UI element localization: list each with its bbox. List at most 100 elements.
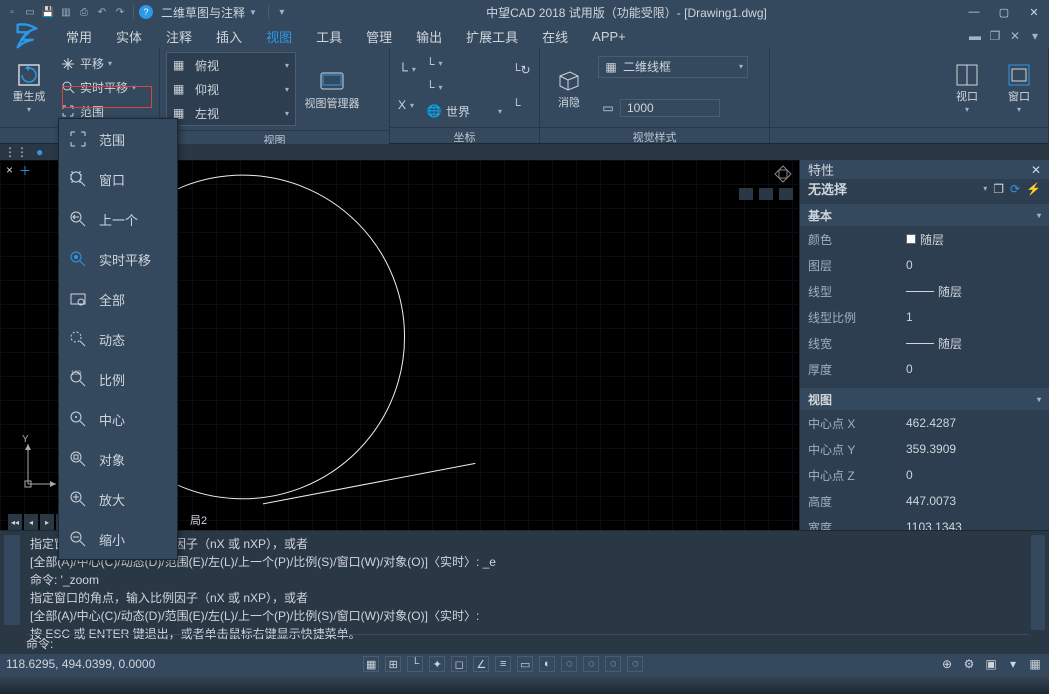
qat-new-icon[interactable]: ▫ xyxy=(4,4,20,20)
zoom-dd-item-rtpan[interactable]: 实时平移 xyxy=(59,239,177,279)
layout-tab[interactable]: 局2 xyxy=(180,511,217,529)
props-group-view[interactable]: 视图▾ xyxy=(800,388,1049,410)
chevron-down-icon[interactable]: ▾ xyxy=(1027,28,1043,44)
tab-insert[interactable]: 插入 xyxy=(204,24,254,48)
prop-row[interactable]: 中心点 Y359.3909 xyxy=(800,436,1049,462)
qat-customize-icon[interactable]: ▾ xyxy=(274,4,290,20)
tab-annotate[interactable]: 注释 xyxy=(154,24,204,48)
minimize-button[interactable]: — xyxy=(963,4,985,20)
lwt-toggle[interactable]: ≡ xyxy=(495,656,511,672)
ucs-icon-5[interactable]: └ xyxy=(510,94,533,116)
zoom-dd-item-dyn[interactable]: 动态 xyxy=(59,319,177,359)
props-selection[interactable]: 无选择 xyxy=(808,179,977,198)
tab-ext[interactable]: 扩展工具 xyxy=(454,24,530,48)
cycle-toggle[interactable]: ◐ xyxy=(539,656,555,672)
view-manager-button[interactable]: 视图管理器 xyxy=(302,52,362,126)
prop-row[interactable]: 厚度0 xyxy=(800,356,1049,382)
tab-app[interactable]: APP+ xyxy=(580,24,638,48)
t4-toggle[interactable]: ◌ xyxy=(627,656,643,672)
doc-minimize-icon[interactable]: ▬ xyxy=(967,28,983,44)
prop-row[interactable]: 高度447.0073 xyxy=(800,488,1049,514)
doc-restore-icon[interactable]: ❐ xyxy=(987,28,1003,44)
pan-button[interactable]: 平移 ▾ xyxy=(58,53,138,75)
t2-toggle[interactable]: ◌ xyxy=(583,656,599,672)
qat-saveas-icon[interactable]: ▥ xyxy=(58,4,74,20)
zoom-dd-item-window[interactable]: 窗口 xyxy=(59,159,177,199)
dyn-toggle[interactable]: ▭ xyxy=(517,656,533,672)
ucs-x-button[interactable]: X▾ xyxy=(396,94,418,116)
prop-row[interactable]: 图层0 xyxy=(800,252,1049,278)
app-logo[interactable] xyxy=(0,24,54,48)
zoom-dd-item-extent[interactable]: 范围 xyxy=(59,119,177,159)
zoom-dd-item-center[interactable]: 中心 xyxy=(59,399,177,439)
realtime-pan-button[interactable]: 实时平移 ▾ xyxy=(58,76,138,98)
props-quick-icon-3[interactable]: ⚡ xyxy=(1026,182,1041,196)
workspace-dropdown[interactable]: 二维草图与注释 ▼ xyxy=(161,4,257,21)
polar-toggle[interactable]: ✦ xyxy=(429,656,445,672)
props-quick-icon-1[interactable]: ❐ xyxy=(993,182,1004,196)
ucs-icon-4[interactable]: └↻ xyxy=(510,59,533,81)
viewport-button[interactable]: 视口 ▾ xyxy=(944,52,990,123)
zoom-dd-item-all[interactable]: 全部 xyxy=(59,279,177,319)
prop-row[interactable]: 线型比例1 xyxy=(800,304,1049,330)
prop-row[interactable]: 颜色随层 xyxy=(800,226,1049,252)
osnap-toggle[interactable]: ◻ xyxy=(451,656,467,672)
t3-toggle[interactable]: ◌ xyxy=(605,656,621,672)
tab-online[interactable]: 在线 xyxy=(530,24,580,48)
status-right-4[interactable]: ▾ xyxy=(1005,656,1021,672)
view-preset-list[interactable]: ▦俯视▾ ▦仰视▾ ▦左视▾ xyxy=(166,52,296,126)
qat-open-icon[interactable]: ▭ xyxy=(22,4,38,20)
status-right-1[interactable]: ⊕ xyxy=(939,656,955,672)
props-close-icon[interactable]: ✕ xyxy=(1031,163,1041,177)
prop-key: 线型比例 xyxy=(800,309,900,326)
ucs-icon-3[interactable]: └▾ xyxy=(424,76,504,98)
hide-button[interactable]: 消隐 xyxy=(546,52,592,123)
tab-manage[interactable]: 管理 xyxy=(354,24,404,48)
status-right-3[interactable]: ▣ xyxy=(983,656,999,672)
tab-common[interactable]: 常用 xyxy=(54,24,104,48)
otrack-toggle[interactable]: ∠ xyxy=(473,656,489,672)
props-quick-icon-2[interactable]: ⟳ xyxy=(1010,182,1020,196)
tab-tools[interactable]: 工具 xyxy=(304,24,354,48)
help-icon[interactable]: ? xyxy=(139,5,153,19)
t1-toggle[interactable]: ◌ xyxy=(561,656,577,672)
chevron-down-icon[interactable]: ▾ xyxy=(983,184,987,193)
zoom-dd-item-in[interactable]: 放大 xyxy=(59,479,177,519)
ucs-icon-2[interactable]: └▾ xyxy=(424,53,504,75)
doc-close-icon[interactable]: ✕ xyxy=(1007,28,1023,44)
qat-print-icon[interactable]: ⎙ xyxy=(76,4,92,20)
prop-row[interactable]: 线型随层 xyxy=(800,278,1049,304)
zoom-dd-item-prev[interactable]: 上一个 xyxy=(59,199,177,239)
ucs-icon-1[interactable]: └▾ xyxy=(396,59,418,81)
qat-save-icon[interactable]: 💾 xyxy=(40,4,56,20)
qat-undo-icon[interactable]: ↶ xyxy=(94,4,110,20)
maximize-button[interactable]: ▢ xyxy=(993,4,1015,20)
doc-bar-handle[interactable]: ⋮⋮ xyxy=(0,145,32,159)
ortho-toggle[interactable]: └ xyxy=(407,656,423,672)
zoom-dd-item-object[interactable]: 对象 xyxy=(59,439,177,479)
cmdline-scrollbar[interactable] xyxy=(1031,535,1045,630)
close-button[interactable]: ✕ xyxy=(1023,4,1045,20)
command-input[interactable] xyxy=(57,637,1029,651)
prop-row[interactable]: 中心点 X462.4287 xyxy=(800,410,1049,436)
ucs-world-dropdown[interactable]: 🌐 世界 ▾ xyxy=(424,100,504,122)
line-sample xyxy=(906,343,934,344)
tab-solid[interactable]: 实体 xyxy=(104,24,154,48)
grid-toggle[interactable]: ⊞ xyxy=(385,656,401,672)
qat-redo-icon[interactable]: ↷ xyxy=(112,4,128,20)
props-group-basic[interactable]: 基本▾ xyxy=(800,204,1049,226)
tab-output[interactable]: 输出 xyxy=(404,24,454,48)
cmdline-handle[interactable] xyxy=(4,535,20,625)
window-button[interactable]: 窗口 ▾ xyxy=(996,52,1042,123)
snap-toggle[interactable]: ▦ xyxy=(363,656,379,672)
prop-row[interactable]: 线宽随层 xyxy=(800,330,1049,356)
regen-button[interactable]: 重生成 ▾ xyxy=(6,52,52,123)
thickness-input[interactable]: ▭ 1000 xyxy=(598,97,748,119)
prop-row[interactable]: 中心点 Z0 xyxy=(800,462,1049,488)
zoom-dd-item-out[interactable]: 缩小 xyxy=(59,519,177,559)
tab-view[interactable]: 视图 xyxy=(254,24,304,48)
status-right-2[interactable]: ⚙ xyxy=(961,656,977,672)
status-right-5[interactable]: ▦ xyxy=(1027,656,1043,672)
wireframe-dropdown[interactable]: ▦ 二维线框 ▾ xyxy=(598,56,748,78)
zoom-dd-item-scale[interactable]: 100比例 xyxy=(59,359,177,399)
